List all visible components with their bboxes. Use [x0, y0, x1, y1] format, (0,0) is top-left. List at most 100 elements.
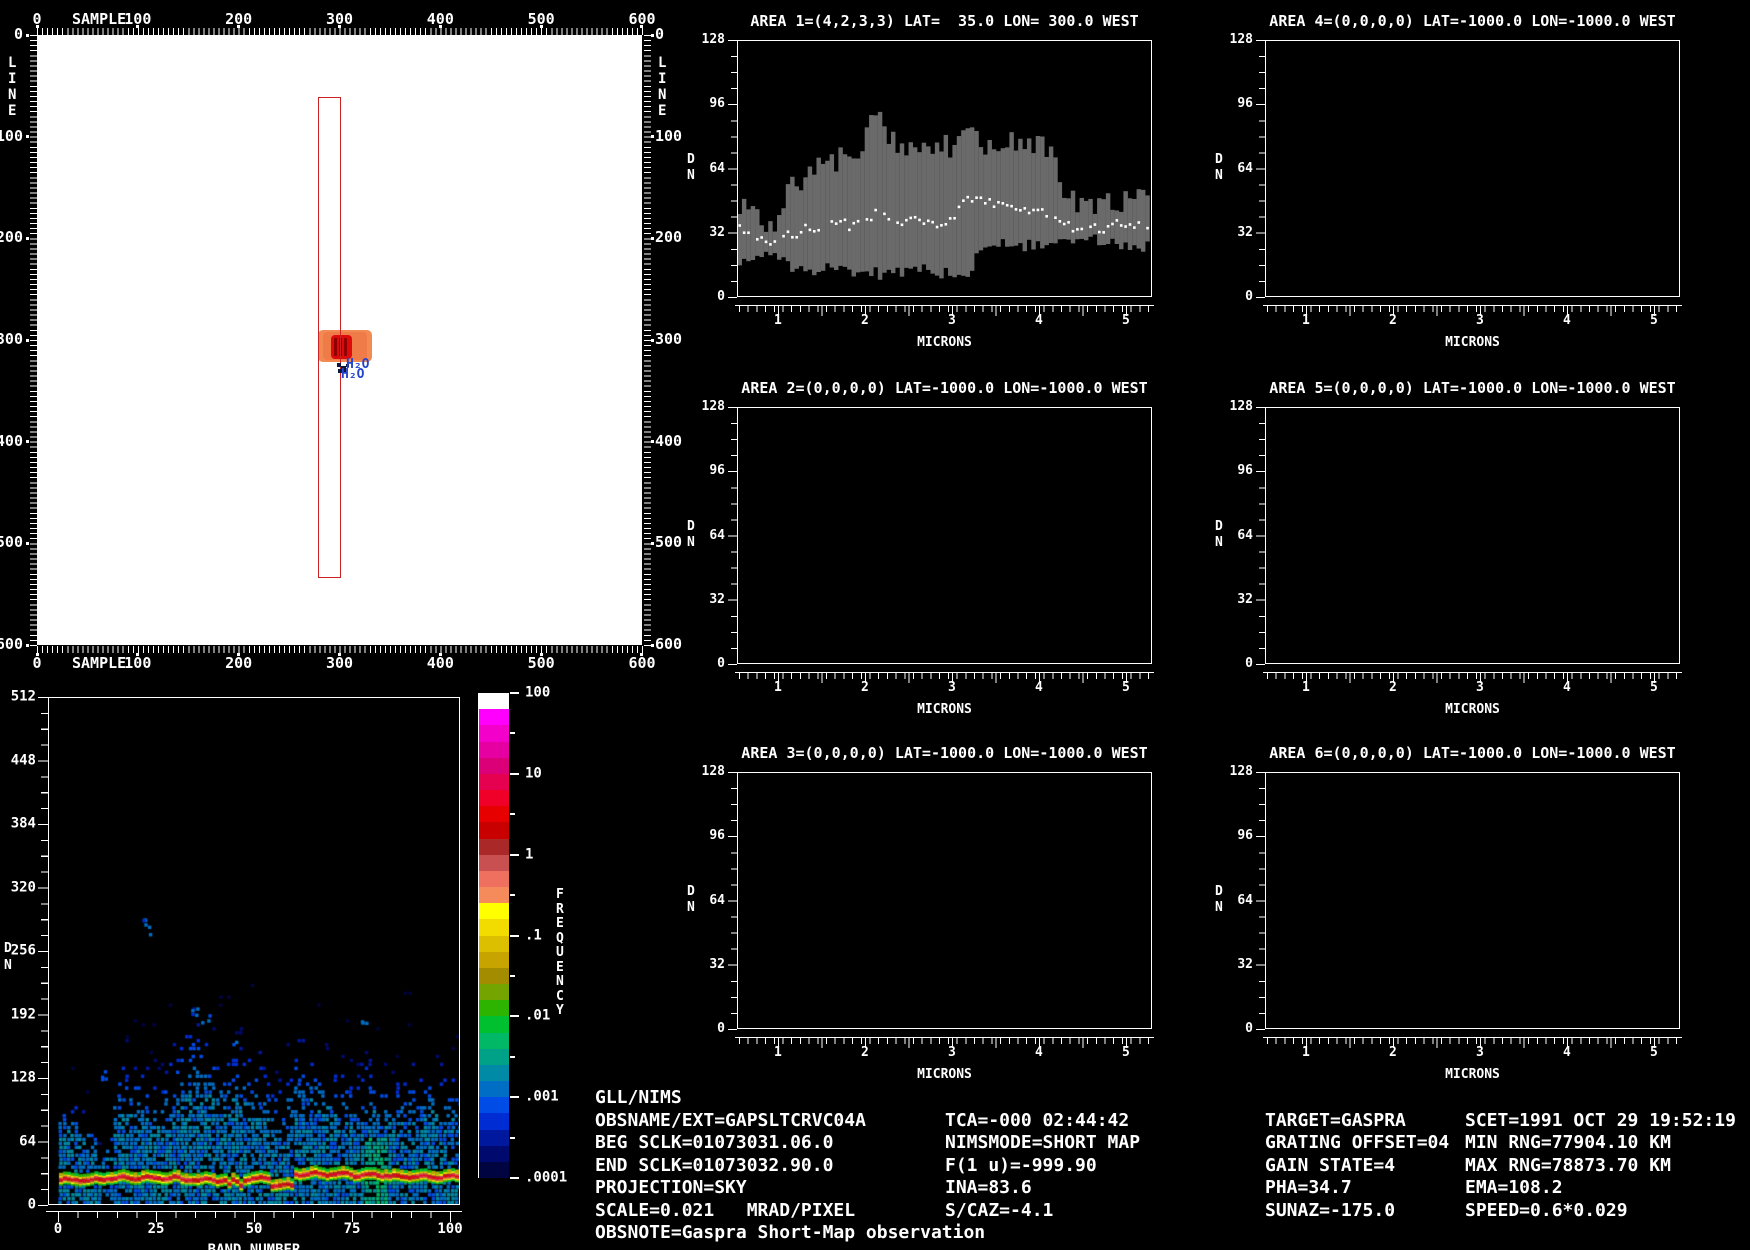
spectrum-y-tick-label: 96 — [1237, 96, 1253, 112]
colorbar-segment — [479, 838, 509, 856]
spectrum-x-axis-title: MICRONS — [917, 702, 972, 717]
spectrum-y-axis-title-char: N — [687, 167, 695, 183]
map-y-tick-label: 500 — [0, 533, 23, 552]
colorbar-minor-tick — [510, 1055, 515, 1058]
spectrum-x-tick-label: 2 — [860, 313, 869, 328]
spectrum-y-tick-label: 64 — [1237, 892, 1253, 908]
colorbar-title-char: Q — [556, 930, 564, 946]
map-y-major-tick — [651, 33, 654, 37]
map-x-tick-label: 0 — [32, 10, 42, 28]
info-line: SPEED=0.6*0.029 — [1465, 1199, 1628, 1221]
spectrum-x-tick-label: 1 — [773, 680, 782, 695]
spectrum-y-major-ticks — [1256, 407, 1265, 665]
info-line: END SCLK=01073032.90.0 — [595, 1154, 834, 1176]
map-y-tick-label: 200 — [655, 228, 683, 247]
spectrum-plot-box — [1265, 40, 1680, 297]
map-x-tick-label: 0 — [32, 654, 42, 672]
spectrum-y-tick-label: 64 — [709, 160, 725, 176]
colorbar-segment — [479, 887, 509, 904]
spectrum-x-axis-title: MICRONS — [1445, 335, 1500, 350]
map-y-axis-title-char: E — [8, 103, 17, 119]
colorbar-major-tick — [510, 1015, 519, 1018]
map-y-major-tick — [26, 33, 29, 37]
colorbar-segment — [479, 870, 509, 888]
spectrum-x-tick-label: 3 — [1475, 680, 1484, 695]
colorbar-segment — [479, 725, 509, 742]
spectrum-panel-title: AREA 1=(4,2,3,3) LAT= 35.0 LON= 300.0 WE… — [750, 12, 1139, 30]
spectrum-x-tick-label: 2 — [860, 680, 869, 695]
map-top-ruler — [37, 28, 644, 35]
colorbar-tick-label: 100 — [525, 684, 551, 701]
histogram-y-tick-label: 192 — [10, 1006, 36, 1023]
histogram-y-tick-label: 384 — [10, 815, 36, 832]
info-line: MAX RNG=78873.70 KM — [1465, 1154, 1671, 1176]
info-line: TARGET=GASPRA — [1265, 1110, 1406, 1131]
spectrum-plot-box — [737, 40, 1152, 297]
map-y-tick-label: 300 — [655, 330, 683, 349]
colorbar-gradient — [478, 693, 509, 1179]
map-y-axis-title-char: N — [8, 87, 17, 103]
map-y-major-tick — [26, 440, 29, 444]
blob-streak — [344, 338, 347, 356]
histogram-x-tick-label: 25 — [147, 1221, 165, 1237]
colorbar-segment — [479, 1113, 509, 1130]
spectrum-y-axis-title-char: D — [1215, 883, 1223, 899]
colorbar-segment — [479, 709, 509, 726]
histogram-y-tick-label: 320 — [10, 879, 36, 896]
spectrum-panel-title: AREA 6=(0,0,0,0) LAT=-1000.0 LON=-1000.0… — [1269, 744, 1676, 762]
histogram-y-tick-label: 0 — [27, 1196, 36, 1213]
map-x-tick-label: 400 — [426, 10, 454, 28]
map-x-tick-label: 200 — [225, 654, 253, 672]
spectrum-y-tick-label: 128 — [1229, 32, 1253, 48]
colorbar-major-tick — [510, 934, 519, 937]
colorbar-segment — [479, 822, 509, 839]
spectrum-plot-box — [737, 407, 1152, 664]
map-x-tick-label: 100 — [124, 654, 152, 672]
map-y-major-tick — [26, 135, 29, 139]
histogram-y-tick-label: 64 — [19, 1133, 36, 1150]
info-line: EMA=108.2 — [1465, 1177, 1563, 1199]
map-right-ruler — [644, 35, 651, 646]
spectrum-y-tick-label: 128 — [1229, 399, 1253, 415]
spectrum-y-axis-title-char: N — [687, 899, 695, 915]
spectrum-x-tick-label: 5 — [1649, 313, 1658, 328]
colorbar-segment — [479, 1048, 509, 1066]
spectrum-y-tick-label: 128 — [701, 399, 725, 415]
spectrum-y-tick-label: 96 — [709, 96, 725, 112]
colorbar-segment — [479, 806, 509, 823]
info-line: GRATING OFFSET=04 — [1265, 1132, 1450, 1154]
spectrum-x-tick-label: 4 — [1034, 1045, 1043, 1060]
info-line: TCA=-000 02:44:42 — [945, 1110, 1130, 1131]
roi-rectangle — [318, 97, 341, 578]
colorbar-title-char: R — [556, 901, 564, 917]
colorbar-segment — [479, 935, 509, 953]
colorbar-tick-label: 10 — [525, 765, 542, 782]
spectrum-x-axis-title: MICRONS — [917, 1067, 972, 1082]
colorbar-segment — [479, 757, 509, 775]
spectrum-plot-box — [737, 772, 1152, 1029]
spectrum-panel-title: AREA 2=(0,0,0,0) LAT=-1000.0 LON=-1000.0… — [741, 379, 1148, 397]
map-y-tick-label: 100 — [0, 126, 23, 145]
colorbar-segment — [479, 1000, 509, 1017]
histogram-x-tick-label: 50 — [245, 1221, 263, 1237]
map-x-tick-label: 300 — [325, 10, 354, 28]
spectrum-x-tick-label: 4 — [1562, 1045, 1571, 1060]
info-line: OBSNOTE=Gaspra Short-Map observation — [595, 1222, 986, 1243]
colorbar-title-char: Y — [556, 1003, 564, 1018]
map-x-tick-label: 200 — [225, 10, 253, 28]
histogram-y-major-ticks — [38, 697, 48, 1206]
histogram-y-axis-title-char: N — [4, 958, 12, 973]
colorbar-major-tick — [510, 692, 519, 694]
info-line: SUNAZ=-175.0 — [1265, 1199, 1396, 1221]
map-y-tick-label: 300 — [0, 330, 23, 349]
map-y-tick-label: 400 — [655, 431, 683, 450]
map-left-ruler — [30, 35, 37, 646]
spectrum-y-tick-label: 96 — [1237, 463, 1253, 479]
map-x-axis-title: SAMPLE — [72, 10, 127, 28]
spectrum-y-major-ticks — [728, 772, 737, 1030]
info-line: F(1 u)=-999.90 — [945, 1154, 1097, 1176]
map-y-major-tick — [651, 135, 654, 139]
histogram-y-tick-label: 256 — [10, 942, 36, 959]
histogram-x-tick-label: 100 — [437, 1221, 463, 1237]
histogram-x-tick-label: 0 — [53, 1221, 63, 1237]
